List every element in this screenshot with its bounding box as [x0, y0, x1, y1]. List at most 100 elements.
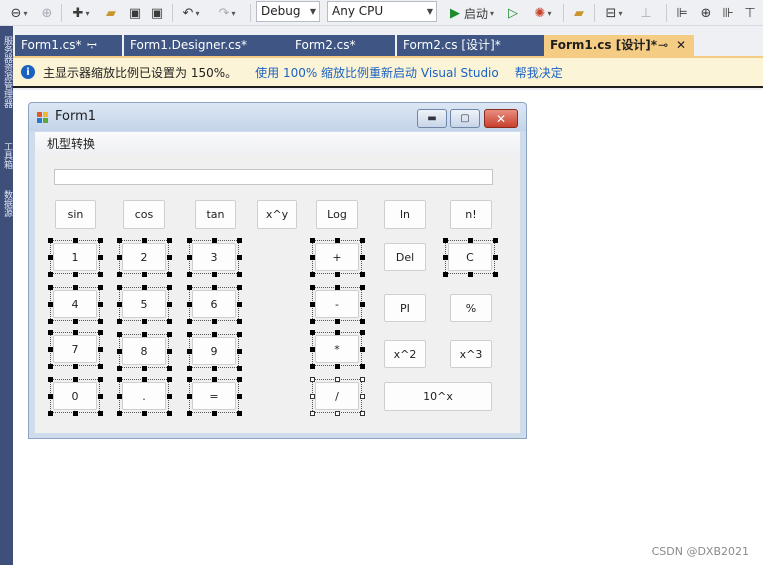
resize-handle[interactable]: [116, 365, 122, 371]
resize-handle[interactable]: [186, 301, 192, 307]
find-in-files-button[interactable]: ▰: [568, 3, 590, 23]
restart-100-link[interactable]: 使用 100% 缩放比例重新启动 Visual Studio: [255, 64, 499, 81]
resize-handle[interactable]: [166, 376, 172, 382]
resize-handle[interactable]: [492, 237, 498, 243]
resize-handle[interactable]: [334, 363, 340, 369]
resize-handle[interactable]: [359, 363, 365, 369]
resize-handle[interactable]: [186, 348, 192, 354]
resize-handle[interactable]: [492, 254, 498, 260]
calc-button-fact[interactable]: n!: [450, 200, 492, 229]
pin-icon[interactable]: ⊸: [658, 35, 668, 56]
help-me-decide-link[interactable]: 帮我决定: [515, 64, 563, 81]
resize-handle[interactable]: [186, 365, 192, 371]
calc-button-div[interactable]: /: [315, 382, 359, 410]
resize-handle[interactable]: [116, 254, 122, 260]
resize-handle[interactable]: [72, 376, 78, 382]
resize-handle[interactable]: [236, 410, 242, 416]
resize-handle[interactable]: [116, 284, 122, 290]
resize-handle[interactable]: [211, 318, 217, 324]
calc-button-d6[interactable]: 6: [192, 290, 236, 318]
resize-handle[interactable]: [166, 393, 172, 399]
resize-handle[interactable]: [211, 284, 217, 290]
resize-handle[interactable]: [186, 284, 192, 290]
data-sources-tab[interactable]: 数据源: [0, 190, 13, 230]
resize-handle[interactable]: [236, 365, 242, 371]
resize-handle[interactable]: [116, 393, 122, 399]
resize-handle[interactable]: [72, 363, 78, 369]
resize-handle[interactable]: [359, 237, 365, 243]
resize-handle[interactable]: [47, 363, 53, 369]
resize-handle[interactable]: [359, 393, 365, 399]
resize-handle[interactable]: [309, 254, 315, 260]
resize-handle[interactable]: [359, 271, 365, 277]
calc-button-sin[interactable]: sin: [55, 200, 96, 229]
resize-handle[interactable]: [97, 410, 103, 416]
resize-handle[interactable]: [141, 318, 147, 324]
resize-handle[interactable]: [47, 376, 53, 382]
resize-handle[interactable]: [211, 331, 217, 337]
resize-handle[interactable]: [166, 410, 172, 416]
resize-handle[interactable]: [309, 284, 315, 290]
resize-handle[interactable]: [236, 318, 242, 324]
resize-handle[interactable]: [141, 410, 147, 416]
resize-handle[interactable]: [236, 284, 242, 290]
resize-handle[interactable]: [236, 331, 242, 337]
align-lefts-button[interactable]: ⊫: [672, 3, 692, 23]
calc-button-sq[interactable]: x^2: [384, 340, 426, 368]
snap-button[interactable]: ⊥: [637, 3, 655, 23]
resize-handle[interactable]: [467, 271, 473, 277]
resize-handle[interactable]: [116, 237, 122, 243]
resize-handle[interactable]: [141, 284, 147, 290]
calc-button-d4[interactable]: 4: [53, 290, 97, 318]
maximize-button[interactable]: ▢: [450, 109, 480, 128]
resize-handle[interactable]: [186, 254, 192, 260]
resize-handle[interactable]: [97, 363, 103, 369]
calc-button-dot[interactable]: .: [122, 382, 166, 410]
start-without-debugging-button[interactable]: ▷: [504, 3, 522, 23]
resize-handle[interactable]: [116, 410, 122, 416]
calc-button-mul[interactable]: *: [315, 335, 359, 363]
resize-handle[interactable]: [166, 318, 172, 324]
resize-handle[interactable]: [116, 348, 122, 354]
resize-handle[interactable]: [236, 237, 242, 243]
tab-form1-designer-cs[interactable]: Form1.Designer.cs*: [124, 35, 289, 56]
resize-handle[interactable]: [492, 271, 498, 277]
align-rights-button[interactable]: ⊪: [718, 3, 738, 23]
calc-button-d5[interactable]: 5: [122, 290, 166, 318]
resize-handle[interactable]: [47, 271, 53, 277]
calc-button-cube[interactable]: x^3: [450, 340, 492, 368]
layout-button[interactable]: ⊟ ▾: [599, 3, 629, 23]
resize-handle[interactable]: [186, 410, 192, 416]
calc-button-eq[interactable]: =: [192, 382, 236, 410]
resize-handle[interactable]: [359, 301, 365, 307]
resize-handle[interactable]: [166, 348, 172, 354]
resize-handle[interactable]: [309, 346, 315, 352]
navigate-forward-button[interactable]: ⊕: [38, 3, 56, 23]
form-titlebar[interactable]: Form1 ▬ ▢ ✕: [29, 103, 526, 131]
resize-handle[interactable]: [334, 271, 340, 277]
resize-handle[interactable]: [141, 376, 147, 382]
calc-button-d9[interactable]: 9: [192, 337, 236, 365]
menu-item-model-convert[interactable]: 机型转换: [47, 135, 95, 152]
resize-handle[interactable]: [359, 254, 365, 260]
resize-handle[interactable]: [359, 410, 365, 416]
open-file-button[interactable]: ▰: [101, 3, 121, 23]
resize-handle[interactable]: [116, 301, 122, 307]
resize-handle[interactable]: [116, 318, 122, 324]
resize-handle[interactable]: [72, 410, 78, 416]
server-explorer-tab[interactable]: 服务器资源管理器: [0, 36, 13, 132]
resize-handle[interactable]: [97, 346, 103, 352]
resize-handle[interactable]: [359, 284, 365, 290]
calc-button-clear[interactable]: C: [448, 243, 492, 271]
save-all-button[interactable]: ▣: [147, 3, 167, 23]
start-debugging-button[interactable]: ▶ 启动 ▾: [443, 3, 501, 23]
resize-handle[interactable]: [72, 237, 78, 243]
calc-button-d1[interactable]: 1: [53, 243, 97, 271]
navigate-back-button[interactable]: ⊖ ▾: [4, 3, 34, 23]
resize-handle[interactable]: [309, 393, 315, 399]
tab-form2-cs[interactable]: Form2.cs*: [289, 35, 395, 56]
resize-handle[interactable]: [97, 254, 103, 260]
resize-handle[interactable]: [359, 318, 365, 324]
resize-handle[interactable]: [97, 376, 103, 382]
calc-button-log[interactable]: Log: [316, 200, 358, 229]
